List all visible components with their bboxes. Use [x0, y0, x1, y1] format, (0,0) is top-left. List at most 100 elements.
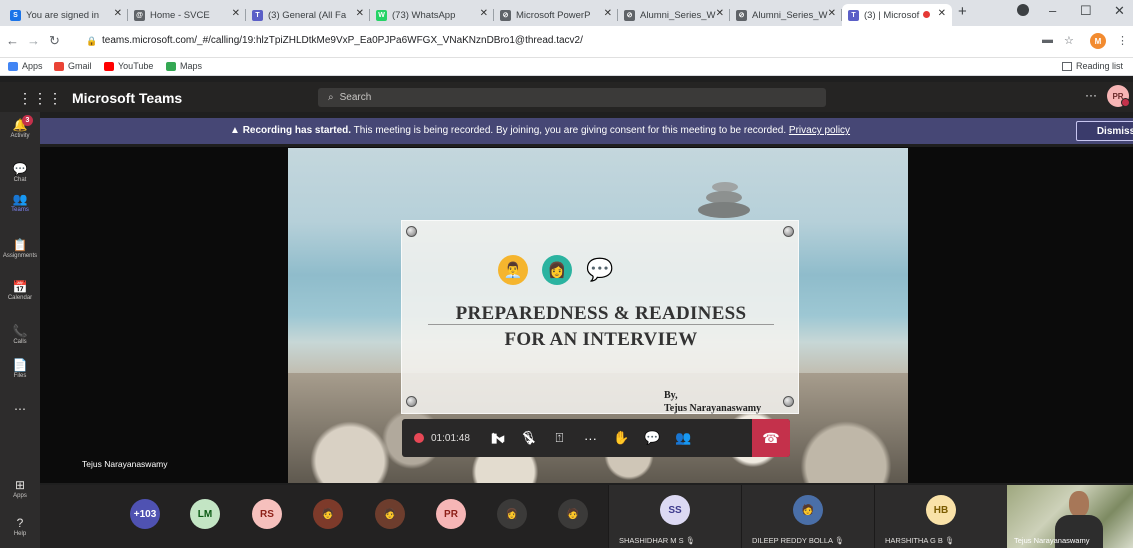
- close-tab-icon[interactable]: ✕: [114, 8, 122, 19]
- privacy-policy-link[interactable]: Privacy policy: [789, 125, 850, 136]
- participant-photo[interactable]: 🧑: [558, 499, 588, 529]
- rail-item-calendar[interactable]: 📅 Calendar: [0, 280, 40, 301]
- participant-avatars: +103 LM RS 🧑 🧑 PR 👩 🧑: [40, 485, 608, 548]
- participant-tile[interactable]: HB HARSHITHA G B 🎙: [874, 485, 1007, 548]
- hang-up-button[interactable]: ☎: [752, 419, 790, 457]
- tab-title: (73) WhatsApp: [392, 9, 456, 21]
- youtube-icon: [104, 61, 114, 71]
- rail-item-assignments[interactable]: 📋 Assignments: [0, 238, 40, 259]
- presenter-face: [1069, 491, 1089, 517]
- presenter-video-tile[interactable]: Tejus Narayanaswamy: [1007, 485, 1133, 548]
- participant-photo[interactable]: 👩: [497, 499, 527, 529]
- user-avatar[interactable]: PR: [1107, 85, 1130, 107]
- bookmark-label: Gmail: [68, 61, 92, 71]
- camera-off-icon[interactable]: ▮◂: [482, 419, 513, 457]
- forward-icon[interactable]: →: [27, 33, 40, 48]
- slide-title-line-2: FOR AN INTERVIEW: [504, 329, 698, 350]
- bookmark-star-icon[interactable]: ☆: [1064, 34, 1074, 47]
- participant-avatar[interactable]: PR: [436, 499, 466, 529]
- bookmark-gmail[interactable]: Gmail: [54, 61, 92, 71]
- rail-label: Calls: [13, 339, 27, 345]
- profile-avatar[interactable]: M: [1090, 33, 1106, 49]
- reading-list[interactable]: Reading list: [1062, 61, 1123, 71]
- participant-avatar: SS: [660, 495, 690, 525]
- bookmark-apps[interactable]: Apps: [8, 61, 43, 71]
- warning-icon: ▲: [230, 125, 240, 136]
- participant-photo[interactable]: 🧑: [313, 499, 343, 529]
- tab-title: Alumni_Series_W: [752, 9, 828, 21]
- assignments-icon: 📋: [12, 238, 28, 252]
- minimize-icon[interactable]: –: [1049, 3, 1056, 18]
- browser-tab[interactable]: S You are signed in ✕: [4, 4, 128, 26]
- app-launcher-icon[interactable]: ⋮⋮⋮: [18, 90, 63, 107]
- recording-indicator-icon: [923, 11, 930, 18]
- rail-item-help[interactable]: ? Help: [0, 516, 40, 537]
- presenter-name: Tejus Narayanaswamy: [82, 459, 168, 469]
- slide-illustrations: 👨‍💼 👩 💬: [498, 255, 613, 285]
- participant-tile[interactable]: 🧑 DILEEP REDDY BOLLA 🎙: [741, 485, 874, 548]
- gmail-icon: [54, 61, 64, 71]
- rail-item-chat[interactable]: 💬 Chat: [0, 162, 40, 183]
- close-window-icon[interactable]: ✕: [1114, 3, 1125, 19]
- more-options-icon[interactable]: ···: [1085, 88, 1097, 102]
- close-tab-icon[interactable]: ✕: [604, 8, 612, 19]
- maximize-icon[interactable]: ☐: [1080, 3, 1092, 19]
- participant-tile[interactable]: SS SHASHIDHAR M S 🎙: [608, 485, 741, 548]
- bell-icon: 🔔: [12, 118, 28, 132]
- more-actions-icon[interactable]: ···: [575, 419, 606, 457]
- rail-item-teams[interactable]: 👥 Teams: [0, 192, 40, 213]
- rail-label: Assignments: [2, 253, 38, 259]
- tab-favicon-icon: ⊘: [624, 9, 635, 21]
- reload-icon[interactable]: ↻: [49, 33, 60, 49]
- close-tab-icon[interactable]: ✕: [232, 8, 240, 19]
- new-tab-icon[interactable]: +: [958, 3, 967, 20]
- rail-item-calls[interactable]: 📞 Calls: [0, 324, 40, 345]
- recording-banner: ▲ Recording has started. This meeting is…: [40, 118, 1133, 144]
- meeting-stage: 👨‍💼 👩 💬 PREPAREDNESS & READINESS FOR AN …: [40, 147, 1133, 483]
- pin-icon: [783, 226, 794, 237]
- rail-item-activity[interactable]: 🔔 Activity 3: [0, 115, 40, 139]
- close-tab-icon[interactable]: ✕: [480, 8, 488, 19]
- banner-bold-text: Recording has started.: [242, 125, 352, 136]
- browser-tab-active[interactable]: T (3) | Microsof ✕: [842, 4, 952, 26]
- interviewer-icon: 👨‍💼: [498, 255, 528, 285]
- browser-tab[interactable]: W (73) WhatsApp ✕: [370, 4, 494, 26]
- bookmark-maps[interactable]: Maps: [166, 61, 202, 71]
- browser-tab[interactable]: ⊘ Alumni_Series_W ✕: [618, 4, 730, 26]
- browser-tab[interactable]: @ Home - SVCE ✕: [128, 4, 246, 26]
- browser-tab[interactable]: ⊘ Alumni_Series_W ✕: [730, 4, 842, 26]
- bookmark-youtube[interactable]: YouTube: [104, 61, 153, 71]
- browser-menu-icon[interactable]: ⋮: [1117, 34, 1128, 47]
- mic-muted-icon[interactable]: 🎙: [513, 419, 544, 457]
- raise-hand-icon[interactable]: ✋: [606, 419, 637, 457]
- close-tab-icon[interactable]: ✕: [828, 8, 836, 19]
- overflow-participants[interactable]: +103: [130, 499, 160, 529]
- activity-badge: 3: [22, 115, 33, 126]
- rail-item-more[interactable]: ⋯: [0, 402, 40, 417]
- close-tab-icon[interactable]: ✕: [938, 8, 946, 19]
- participant-avatar[interactable]: RS: [252, 499, 282, 529]
- participants-icon[interactable]: 👥: [668, 419, 699, 457]
- chat-icon[interactable]: 💬: [637, 419, 668, 457]
- rail-label: Calendar: [7, 295, 33, 301]
- byline-author: Tejus Narayanaswamy: [664, 403, 762, 414]
- close-tab-icon[interactable]: ✕: [356, 8, 364, 19]
- participant-avatar[interactable]: LM: [190, 499, 220, 529]
- url-field[interactable]: 🔒 teams.microsoft.com/_#/calling/19:hlzT…: [80, 29, 1030, 52]
- maps-icon: [166, 61, 176, 71]
- search-input[interactable]: ⌕ Search: [318, 88, 826, 107]
- file-icon: 📄: [12, 358, 28, 372]
- participant-photo[interactable]: 🧑: [375, 499, 405, 529]
- close-tab-icon[interactable]: ✕: [716, 8, 724, 19]
- browser-tab[interactable]: ⊘ Microsoft PowerP ✕: [494, 4, 618, 26]
- rail-item-apps[interactable]: ⊞ Apps: [0, 478, 40, 499]
- share-screen-icon[interactable]: ⍐: [544, 419, 575, 457]
- browser-tab[interactable]: T (3) General (All Fa ✕: [246, 4, 370, 26]
- mic-muted-icon: 🎙: [834, 536, 845, 545]
- video-name: Tejus Narayanaswamy: [1014, 536, 1090, 545]
- camera-blocked-icon[interactable]: ▬: [1042, 34, 1053, 46]
- dismiss-button[interactable]: Dismiss: [1076, 121, 1133, 141]
- rail-item-files[interactable]: 📄 Files: [0, 358, 40, 379]
- back-icon[interactable]: ←: [6, 33, 19, 48]
- tab-search-icon[interactable]: [1017, 4, 1029, 16]
